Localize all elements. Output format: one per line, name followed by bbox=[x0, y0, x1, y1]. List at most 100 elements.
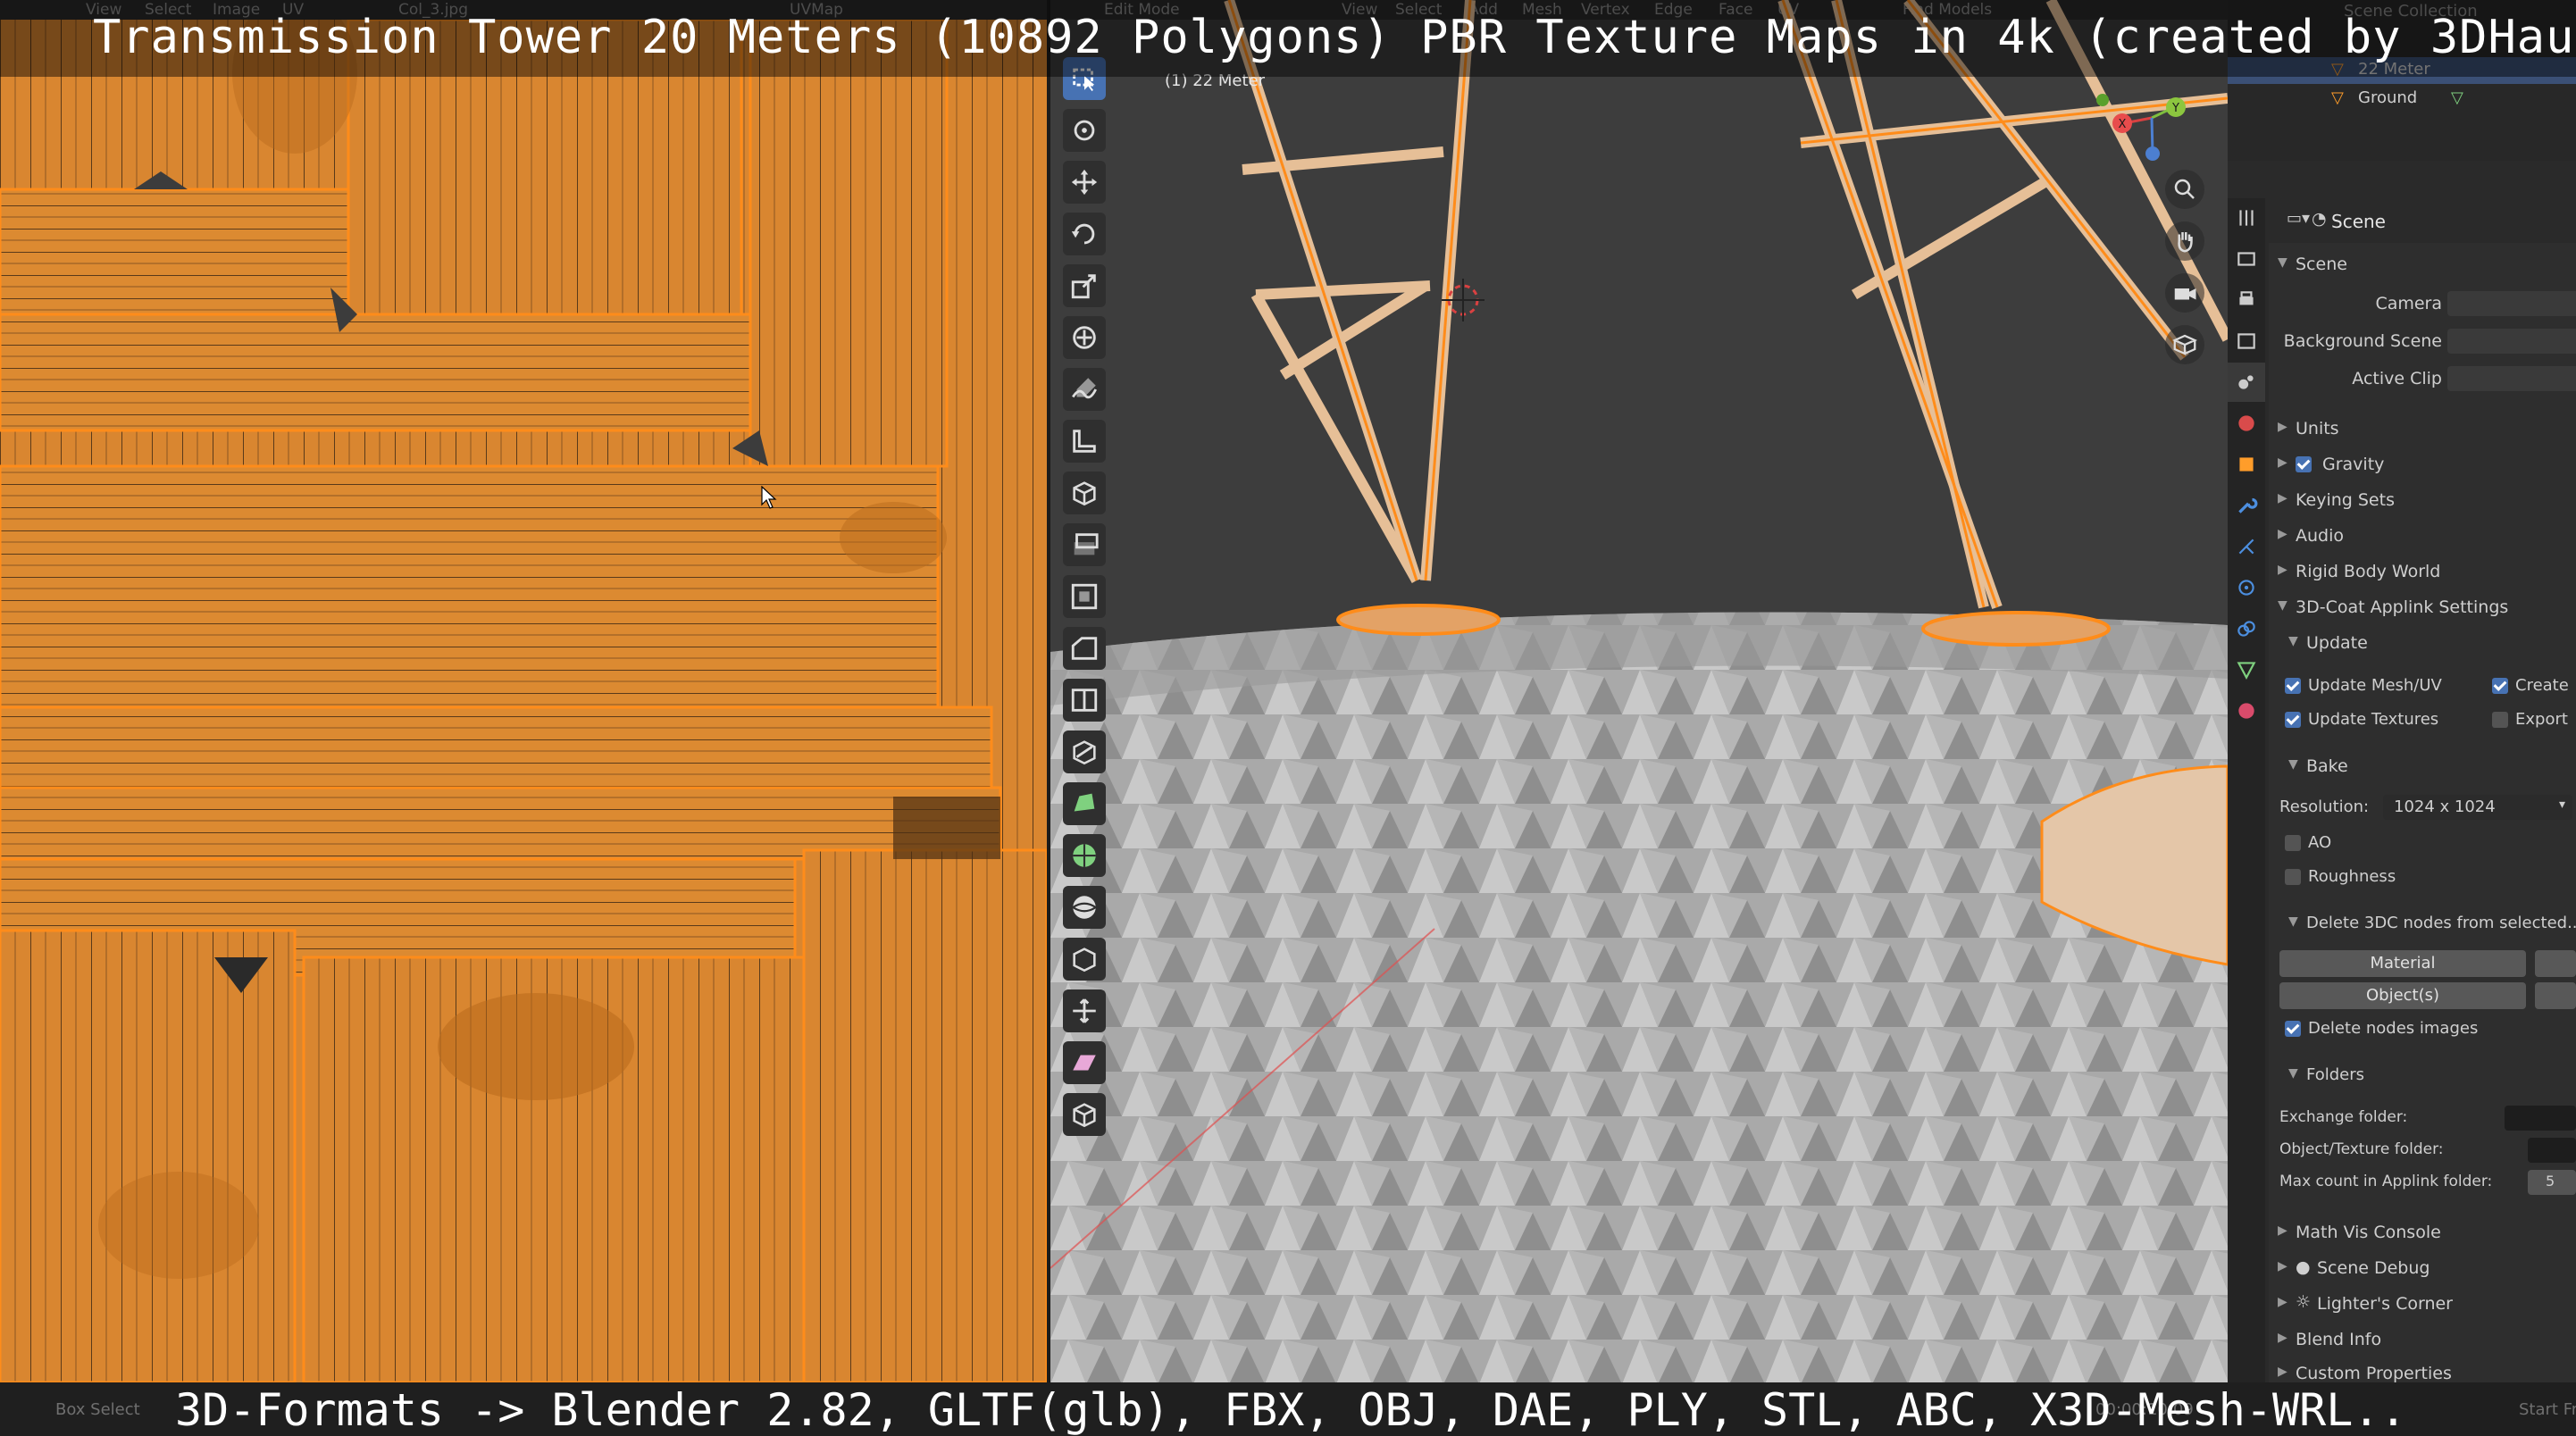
folders-subpanel-header[interactable]: ▼ Folders bbox=[2269, 1061, 2576, 1091]
properties-editor[interactable]: Scene Collection ▽ 22 Meter ▽ Ground ▽ ▭… bbox=[2228, 0, 2576, 1382]
tab-object[interactable] bbox=[2228, 445, 2265, 484]
status-start-frame: Start Fr bbox=[2519, 1400, 2576, 1419]
shear-tool[interactable] bbox=[1063, 1041, 1106, 1084]
collapse-arrow-icon: ▶ bbox=[2278, 491, 2287, 505]
properties-context-title: Scene bbox=[2331, 211, 2386, 232]
uv-editor[interactable]: View Select Image UV Col_3.jpg UVMap bbox=[0, 0, 1047, 1382]
scale-tool[interactable] bbox=[1063, 264, 1106, 307]
gravity-panel[interactable]: ▶ Gravity bbox=[2269, 450, 2576, 480]
objects-button[interactable]: Object(s) bbox=[2279, 982, 2526, 1009]
tab-scene[interactable] bbox=[2228, 363, 2265, 402]
ortho-toggle-button[interactable] bbox=[2165, 325, 2204, 364]
tab-physics[interactable] bbox=[2228, 568, 2265, 607]
objects-button-2[interactable] bbox=[2535, 982, 2576, 1009]
gizmo-x-label: X bbox=[2119, 118, 2127, 131]
roughness-checkbox[interactable] bbox=[2285, 869, 2301, 885]
pan-button[interactable] bbox=[2165, 221, 2204, 261]
collapse-arrow-icon: ▶ bbox=[2278, 1331, 2287, 1345]
collapse-arrow-icon: ▶ bbox=[2278, 420, 2287, 434]
spin-icon bbox=[1073, 844, 1096, 867]
tab-view-layer[interactable] bbox=[2228, 321, 2265, 361]
loop-cut-tool[interactable] bbox=[1063, 679, 1106, 722]
object-texture-folder-field[interactable] bbox=[2528, 1138, 2576, 1163]
spin-tool[interactable] bbox=[1063, 834, 1106, 877]
scene-section-header[interactable]: ▼ Scene bbox=[2269, 250, 2576, 280]
gizmo-neg-y-icon[interactable] bbox=[2096, 94, 2109, 106]
scene-debug-panel[interactable]: ▶ ● Scene Debug bbox=[2269, 1254, 2576, 1284]
cursor-tool[interactable] bbox=[1063, 109, 1106, 152]
expand-arrow-icon: ▼ bbox=[2278, 598, 2287, 613]
delete-nodes-subpanel-header[interactable]: ▼ Delete 3DC nodes from selected... bbox=[2269, 909, 2576, 939]
active-clip-field[interactable] bbox=[2447, 366, 2576, 391]
expand-arrow-icon: ▼ bbox=[2288, 914, 2298, 929]
editor-type-icon[interactable]: ▭▾ bbox=[2287, 209, 2310, 228]
tab-material[interactable] bbox=[2228, 691, 2265, 731]
delete-nodes-images-checkbox[interactable] bbox=[2285, 1021, 2301, 1037]
constraints-icon bbox=[2237, 621, 2255, 637]
keying-sets-panel[interactable]: ▶ Keying Sets bbox=[2269, 486, 2576, 516]
max-count-field[interactable]: 5 bbox=[2528, 1170, 2576, 1195]
update-mesh-uv-checkbox[interactable] bbox=[2285, 678, 2301, 694]
ao-checkbox[interactable] bbox=[2285, 835, 2301, 851]
export-checkbox[interactable] bbox=[2492, 712, 2508, 728]
tab-output[interactable] bbox=[2228, 280, 2265, 320]
bevel-tool[interactable] bbox=[1063, 627, 1106, 670]
tab-render[interactable] bbox=[2228, 239, 2265, 279]
tab-modifiers[interactable] bbox=[2228, 486, 2265, 525]
gizmo-z-icon[interactable] bbox=[2145, 146, 2160, 161]
background-scene-field[interactable] bbox=[2447, 329, 2576, 354]
zoom-button[interactable] bbox=[2165, 170, 2204, 209]
material-button-2[interactable] bbox=[2535, 950, 2576, 977]
knife-tool[interactable] bbox=[1063, 731, 1106, 773]
smooth-tool[interactable] bbox=[1063, 886, 1106, 929]
lighters-corner-panel[interactable]: ▶ ☼ Lighter's Corner bbox=[2269, 1290, 2576, 1320]
applink-panel-header[interactable]: ▼ 3D-Coat Applink Settings bbox=[2269, 593, 2576, 623]
uv-islands-canvas[interactable] bbox=[0, 20, 1047, 1382]
measure-tool[interactable] bbox=[1063, 420, 1106, 463]
update-subpanel-header[interactable]: ▼ Update bbox=[2269, 629, 2576, 659]
update-mesh-uv-row: Update Mesh/UV Create bbox=[2269, 672, 2576, 702]
move-tool[interactable] bbox=[1063, 161, 1106, 204]
extrude-tool[interactable] bbox=[1063, 523, 1106, 566]
tab-data[interactable] bbox=[2228, 650, 2265, 689]
rotate-tool[interactable] bbox=[1063, 213, 1106, 255]
exchange-folder-field[interactable] bbox=[2505, 1106, 2576, 1131]
inset-tool[interactable] bbox=[1063, 575, 1106, 618]
blend-info-panel[interactable]: ▶ Blend Info bbox=[2269, 1325, 2576, 1356]
camera-view-button[interactable] bbox=[2165, 273, 2204, 313]
outliner-row-ground[interactable]: ▽ Ground ▽ bbox=[2228, 86, 2576, 113]
tab-world[interactable] bbox=[2228, 404, 2265, 443]
navigation-gizmo[interactable]: Y X bbox=[2076, 71, 2219, 170]
tool-shelf bbox=[1063, 57, 1109, 1145]
3d-viewport[interactable]: Edit Mode View Select Add Mesh Vertex Ed… bbox=[1050, 0, 2228, 1382]
push-pull-tool[interactable] bbox=[1063, 989, 1106, 1032]
gravity-checkbox[interactable] bbox=[2296, 456, 2312, 472]
create-checkbox[interactable] bbox=[2492, 678, 2508, 694]
material-button[interactable]: Material bbox=[2279, 950, 2526, 977]
update-textures-row: Update Textures Export bbox=[2269, 705, 2576, 736]
update-textures-checkbox[interactable] bbox=[2285, 712, 2301, 728]
camera-field[interactable] bbox=[2447, 291, 2576, 316]
transform-tool[interactable] bbox=[1063, 316, 1106, 359]
tab-tool[interactable] bbox=[2228, 198, 2265, 238]
custom-properties-panel[interactable]: ▶ Custom Properties bbox=[2269, 1359, 2576, 1382]
bake-subpanel-header[interactable]: ▼ Bake bbox=[2269, 752, 2576, 782]
poly-build-icon bbox=[1074, 793, 1095, 812]
resolution-dropdown[interactable]: 1024 x 1024 ▾ bbox=[2383, 795, 2572, 820]
shrink-tool[interactable] bbox=[1063, 938, 1106, 981]
formats-caption: 3D-Formats -> Blender 2.82, GLTF(glb), F… bbox=[175, 1384, 2407, 1436]
math-vis-console-panel[interactable]: ▶ Math Vis Console bbox=[2269, 1218, 2576, 1248]
delete-nodes-images-row: Delete nodes images bbox=[2269, 1014, 2576, 1045]
poly-build-tool[interactable] bbox=[1063, 782, 1106, 825]
rip-tool[interactable] bbox=[1063, 1093, 1106, 1136]
add-cube-tool[interactable] bbox=[1063, 472, 1106, 514]
add-cube-icon bbox=[1073, 481, 1096, 506]
units-panel[interactable]: ▶ Units bbox=[2269, 414, 2576, 445]
extrude-icon bbox=[1074, 533, 1099, 555]
audio-panel[interactable]: ▶ Audio bbox=[2269, 522, 2576, 552]
rigid-body-world-panel[interactable]: ▶ Rigid Body World bbox=[2269, 557, 2576, 588]
tab-constraints[interactable] bbox=[2228, 609, 2265, 648]
collapse-arrow-icon: ▶ bbox=[2278, 455, 2287, 470]
tab-particles[interactable] bbox=[2228, 527, 2265, 566]
annotate-tool[interactable] bbox=[1063, 368, 1106, 411]
